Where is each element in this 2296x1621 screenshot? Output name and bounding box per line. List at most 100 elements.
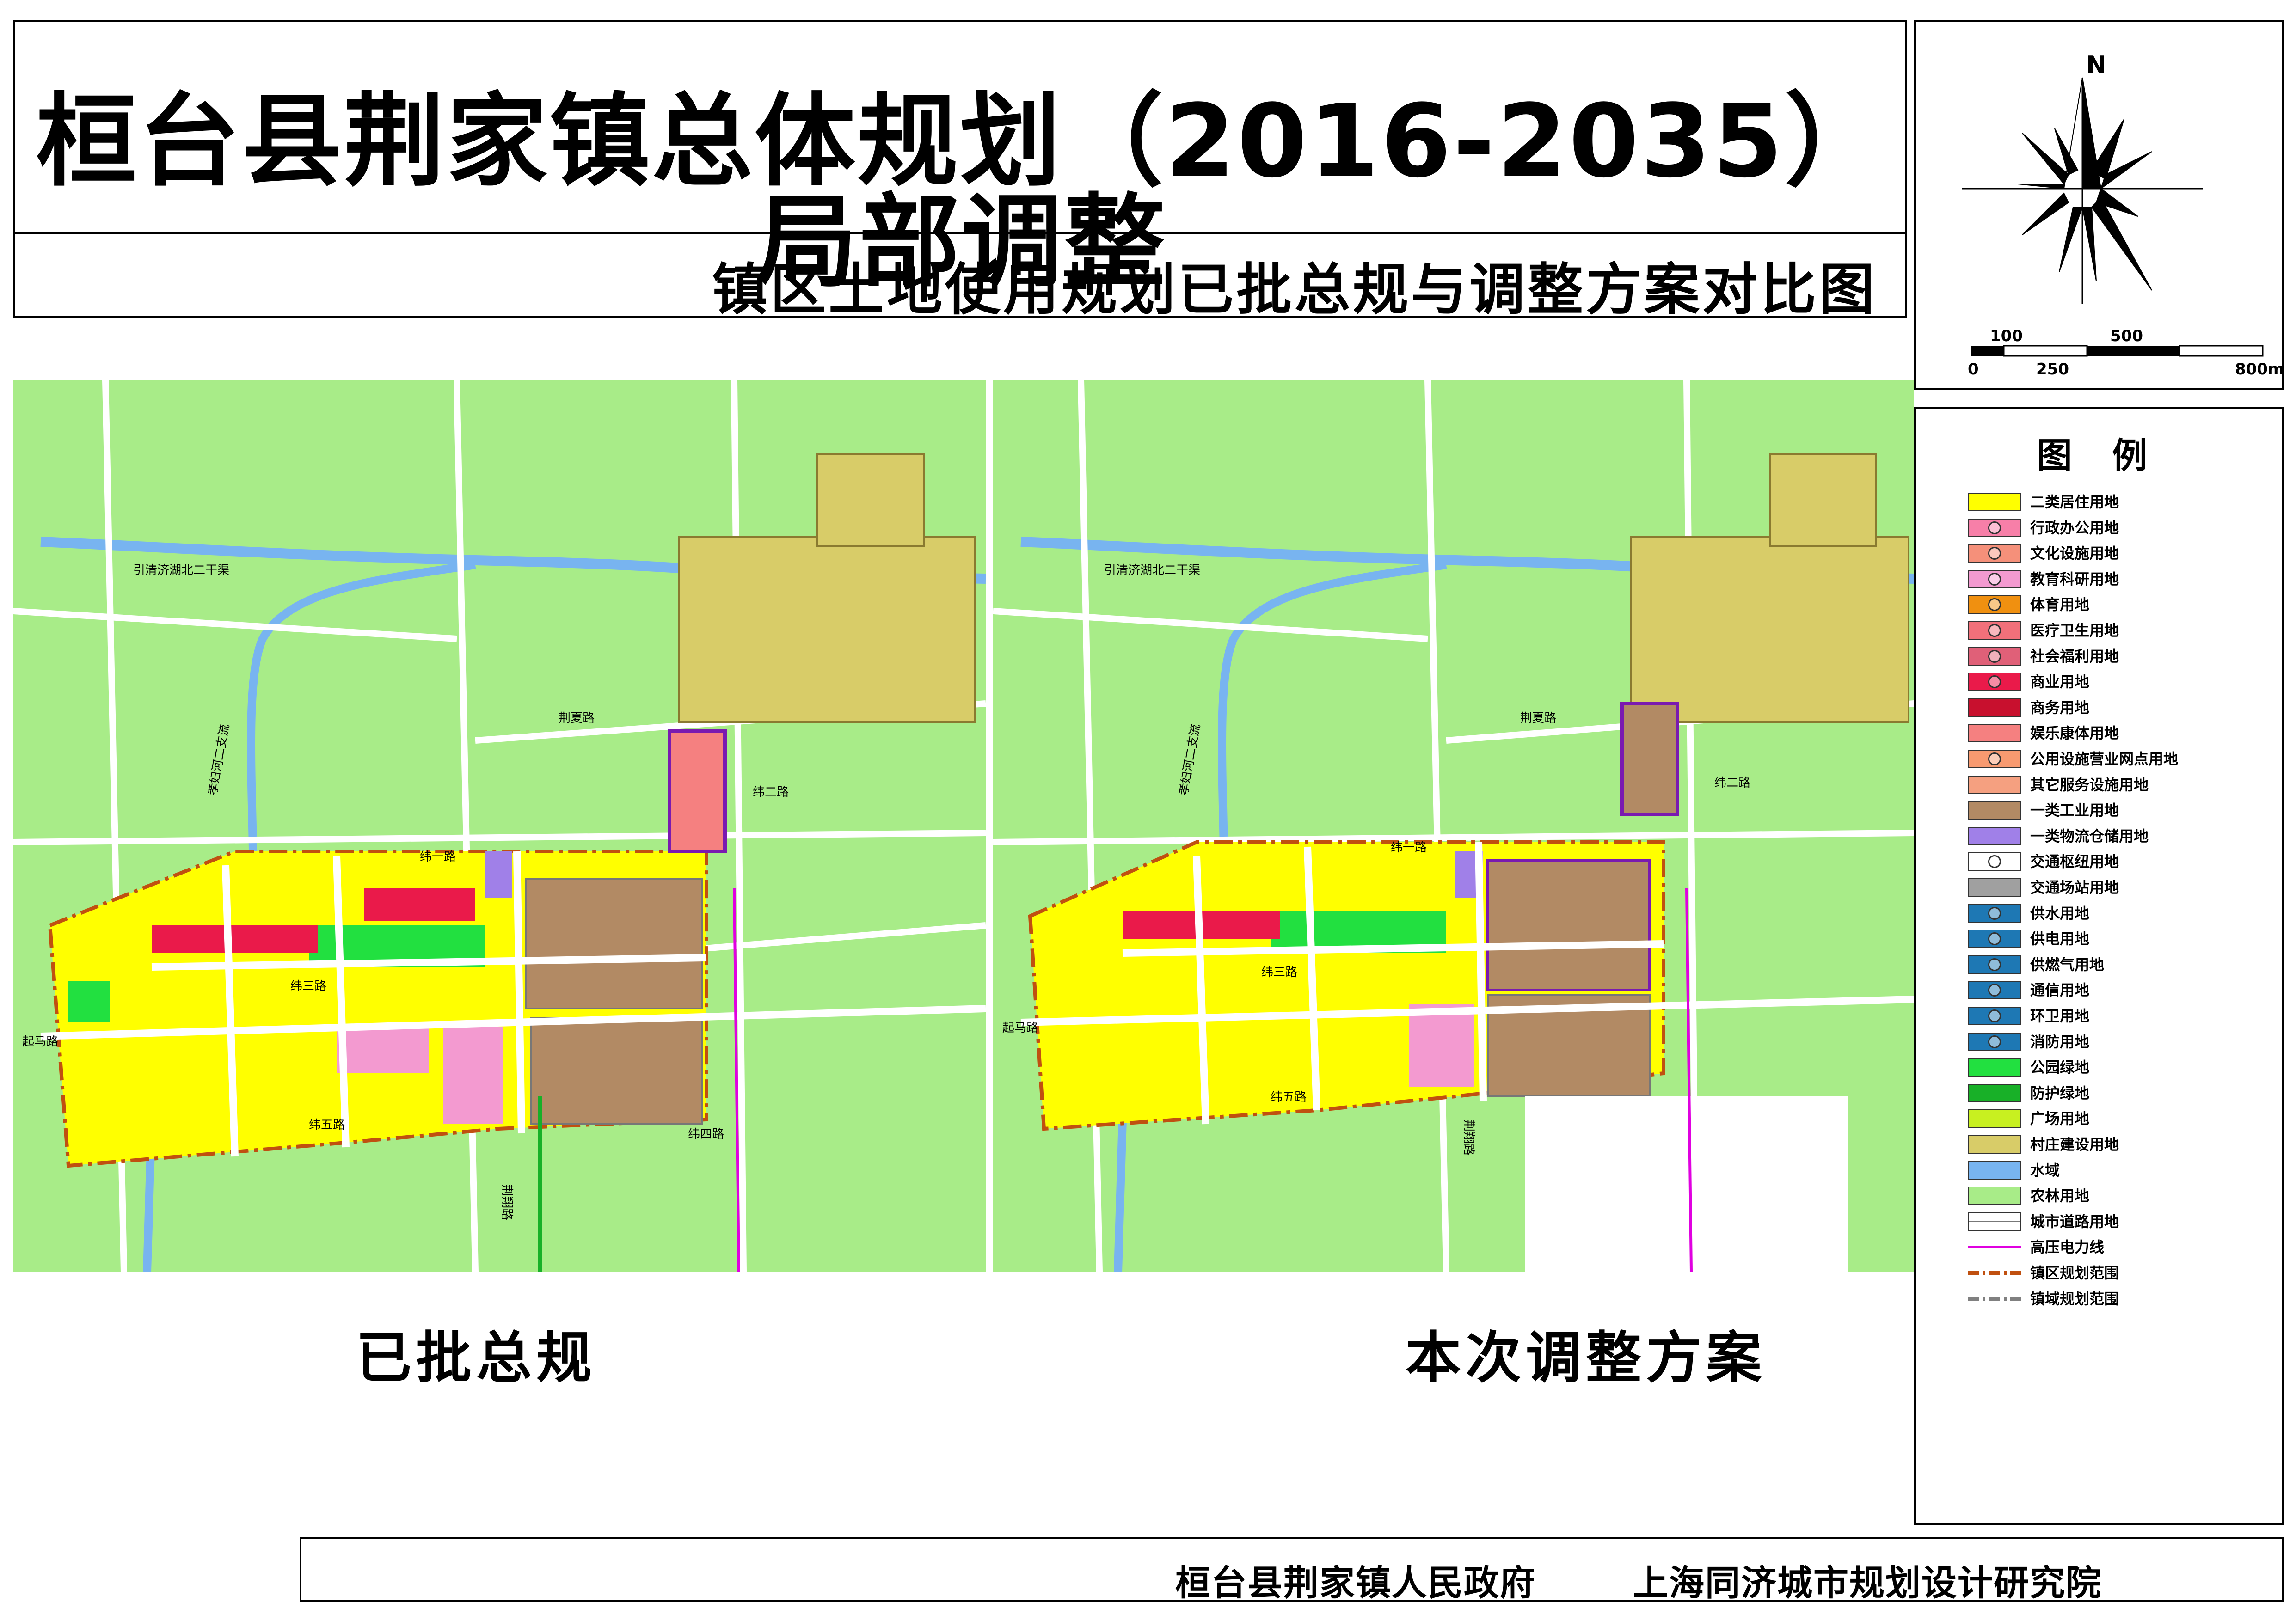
legend-label: 社会福利用地 [2030,647,2119,665]
title-block: 桓台县荆家镇总体规划（2016-2035）局部调整 镇区土地使用规划已批总规与调… [13,20,1907,318]
scale-label-100: 100 [1990,327,2023,345]
legend-label: 消防用地 [2030,1033,2090,1051]
caption-adjusted-plan: 本次调整方案 [1406,1326,1766,1390]
legend-swatch [1968,1187,2021,1205]
road-label: 纬一路 [420,850,456,864]
footer-institute: 上海同济城市规划设计研究院 [1633,1562,2102,1603]
legend-swatch [1968,698,2021,717]
legend-item: 供水用地 [1968,904,2273,927]
village-area [816,453,925,547]
legend-item: 一类工业用地 [1968,801,2273,824]
legend-item: 一类物流仓储用地 [1968,826,2273,850]
legend-item: 供燃气用地 [1968,955,2273,979]
legend-swatch [1968,1264,2021,1282]
legend-label: 环卫用地 [2030,1007,2090,1025]
legend-label: 交通枢纽用地 [2030,853,2119,871]
fire-station-icon [1988,1035,2001,1048]
road-label: 引清济湖北二干渠 [133,563,229,577]
legend-label: 镇域规划范围 [2030,1290,2119,1308]
education-block [443,1027,503,1124]
legend-item: 广场用地 [1968,1109,2273,1132]
legend-swatch [1968,775,2021,794]
legend-swatch [1968,878,2021,897]
legend-label: 供水用地 [2030,904,2090,922]
legend-swatch [1968,750,2021,768]
welfare-icon [1988,649,2001,663]
road-label: 纬五路 [309,1118,345,1132]
scale-label-250: 250 [2036,360,2069,379]
legend-swatch [1968,1161,2021,1180]
legend-item: 防护绿地 [1968,1083,2273,1107]
scale-label-0: 0 [1968,360,1979,379]
north-arrow-icon: N 100 500 0 250 800m [1962,51,2284,379]
legend-item: 水域 [1968,1161,2273,1184]
legend-swatch [1968,1135,2021,1154]
legend-label: 供燃气用地 [2030,955,2105,973]
legend-item: 村庄建设用地 [1968,1135,2273,1158]
scale-label-500: 500 [2110,327,2143,345]
park-green [68,981,110,1022]
legend-label: 供电用地 [2030,930,2090,948]
legend-swatch [1968,724,2021,743]
legend-label: 交通场站用地 [2030,879,2119,896]
legend-label: 教育科研用地 [2030,570,2119,588]
legend-swatch [1968,621,2021,640]
road-label: 纬五路 [1271,1090,1307,1104]
legend-swatch [1968,904,2021,923]
legend-item: 公用设施营业网点用地 [1968,750,2273,773]
legend-label: 娱乐康体用地 [2030,724,2119,742]
legend-label: 一类工业用地 [2030,801,2119,820]
gas-supply-icon [1988,958,2001,971]
legend-label: 商务用地 [2030,698,2090,716]
legend-label: 村庄建设用地 [2030,1136,2119,1153]
legend-label: 镇区规划范围 [2030,1264,2119,1282]
legend-item: 娱乐康体用地 [1968,724,2273,747]
legend-item: 农林用地 [1968,1187,2273,1210]
legend-item: 供电用地 [1968,930,2273,953]
caption-approved-plan: 已批总规 [356,1326,596,1390]
legend-label: 防护绿地 [2030,1084,2090,1102]
sports-icon [1988,598,2001,612]
industrial-block [530,1017,703,1125]
legend-item: 交通场站用地 [1968,878,2273,901]
legend-swatch [1968,955,2021,974]
legend-swatch [1968,1109,2021,1128]
road-label: 起马路 [22,1035,58,1049]
logistics-block [485,851,512,898]
legend-item: 其它服务设施用地 [1968,775,2273,799]
title-divider [15,232,1905,234]
road-label: 纬二路 [1714,776,1750,790]
legend-item: 消防用地 [1968,1032,2273,1056]
footer-panel: 桓台县荆家镇人民政府 上海同济城市规划设计研究院 [300,1537,2284,1603]
education-block [1409,1004,1474,1087]
road-label: 纬三路 [290,979,326,993]
urban-area-white [1525,1096,1848,1272]
commerce-icon [1988,675,2001,689]
legend-label: 高压电力线 [2030,1238,2105,1256]
utility-outlet-icon [1988,752,2001,765]
water-supply-icon [1988,906,2001,920]
culture-icon [1988,547,2001,560]
legend-item: 商务用地 [1968,698,2273,722]
legend-item: 文化设施用地 [1968,544,2273,567]
legend-label: 水域 [2030,1161,2060,1179]
legend-swatch [1968,1032,2021,1051]
legend-swatch [1968,1058,2021,1077]
legend-panel: 图 例 二类居住用地 行政办公用地 文化设施用地 教育科研用地 体育用地 医疗卫生用地 社会… [1914,407,2284,1525]
telecom-icon [1988,984,2001,997]
legend-swatch [1968,801,2021,820]
road-label: 引清济湖北二干渠 [1104,563,1200,577]
legend-item: 公园绿地 [1968,1058,2273,1081]
recreation-block [668,729,727,853]
legend-item: 教育科研用地 [1968,569,2273,593]
legend-label: 农林用地 [2030,1187,2090,1205]
legend-swatch [1968,826,2021,845]
legend-label: 其它服务设施用地 [2030,776,2149,794]
legend-swatch [1968,493,2021,511]
page-subtitle: 镇区土地使用规划已批总规与调整方案对比图 [712,258,1877,322]
legend-label: 商业用地 [2030,673,2090,691]
legend-label: 行政办公用地 [2030,519,2119,537]
legend-item: 通信用地 [1968,981,2273,1004]
road-label: 荆翔路 [500,1184,514,1220]
scale-label-800m: 800m [2235,360,2282,379]
